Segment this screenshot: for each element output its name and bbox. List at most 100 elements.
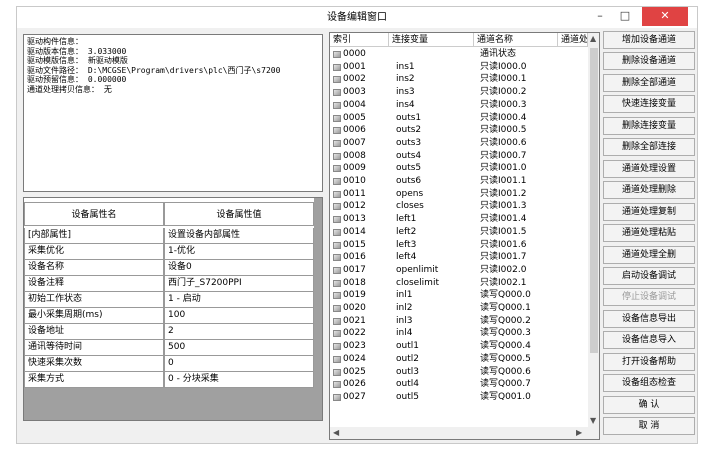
action-button-17[interactable]: 确 认 xyxy=(603,395,695,414)
channel-row[interactable]: 0017 openlimit 只读I002.0 xyxy=(330,264,588,277)
property-name: 初始工作状态 xyxy=(24,292,164,308)
channel-row[interactable]: 0012 closes 只读I001.3 xyxy=(330,200,588,213)
horizontal-scrollbar[interactable]: ◀ ▶ xyxy=(330,427,599,439)
column-header-index[interactable]: 索引 xyxy=(330,33,389,47)
close-button[interactable]: ✕ xyxy=(642,7,688,26)
action-button-1[interactable]: 删除设备通道 xyxy=(603,52,695,71)
action-button-2[interactable]: 删除全部通道 xyxy=(603,73,695,92)
action-button-3[interactable]: 快速连接变量 xyxy=(603,95,695,114)
info-line: 驱动预留信息： 0.000000 xyxy=(27,75,127,84)
channel-row[interactable]: 0009 outs5 只读I001.0 xyxy=(330,162,588,175)
property-row[interactable]: 最小采集周期(ms) 100 xyxy=(24,308,314,324)
property-row[interactable]: 设备地址 2 xyxy=(24,324,314,340)
scroll-up-icon[interactable]: ▲ xyxy=(590,34,596,43)
channel-row[interactable]: 0008 outs4 只读I000.7 xyxy=(330,150,588,163)
channel-row[interactable]: 0004 ins4 只读I000.3 xyxy=(330,99,588,112)
channel-row[interactable]: 0011 opens 只读I001.2 xyxy=(330,188,588,201)
property-value[interactable]: 2 xyxy=(164,324,314,340)
channel-variable: ins4 xyxy=(396,99,415,110)
action-button-4[interactable]: 删除连接变量 xyxy=(603,116,695,135)
property-row[interactable]: 通讯等待时间 500 xyxy=(24,340,314,356)
property-row[interactable]: 采集优化 1-优化 xyxy=(24,244,314,260)
channel-row[interactable]: 0016 left4 只读I001.7 xyxy=(330,251,588,264)
scroll-down-icon[interactable]: ▼ xyxy=(590,416,596,425)
property-row[interactable]: 初始工作状态 1 - 启动 xyxy=(24,292,314,308)
column-header-channel-processing[interactable]: 通道处理 xyxy=(558,33,588,47)
property-row[interactable]: 设备注释 西门子_S7200PPI xyxy=(24,276,314,292)
property-name: 设备注释 xyxy=(24,276,164,292)
channel-row[interactable]: 0001 ins1 只读I000.0 xyxy=(330,61,588,74)
channel-row[interactable]: 0019 inl1 读写Q000.0 xyxy=(330,289,588,302)
channel-row[interactable]: 0007 outs3 只读I000.6 xyxy=(330,137,588,150)
property-value[interactable]: 设置设备内部属性 xyxy=(164,228,314,244)
scroll-left-icon[interactable]: ◀ xyxy=(333,428,339,437)
maximize-button[interactable]: □ xyxy=(613,7,637,26)
channel-name: 通讯状态 xyxy=(480,49,517,59)
channel-row[interactable]: 0015 left3 只读I001.6 xyxy=(330,239,588,252)
column-header-channel-name[interactable]: 通道名称 xyxy=(474,33,558,47)
scroll-right-icon[interactable]: ▶ xyxy=(576,428,582,437)
channel-row-icon xyxy=(333,216,341,224)
channel-row[interactable]: 0027 outl5 读写Q001.0 xyxy=(330,391,588,404)
channel-row[interactable]: 0025 outl3 读写Q000.6 xyxy=(330,366,588,379)
property-value[interactable]: 1 - 启动 xyxy=(164,292,314,308)
channel-row[interactable]: 0000 通讯状态 xyxy=(330,48,588,61)
action-button-12[interactable]: 停止设备调试 xyxy=(603,288,695,307)
channel-row[interactable]: 0002 ins2 只读I000.1 xyxy=(330,73,588,86)
property-value[interactable]: 0 xyxy=(164,356,314,372)
action-button-11[interactable]: 启动设备调试 xyxy=(603,266,695,285)
channel-row[interactable]: 0013 left1 只读I001.4 xyxy=(330,213,588,226)
scrollbar-thumb[interactable] xyxy=(590,48,598,353)
channel-row[interactable]: 0014 left2 只读I001.5 xyxy=(330,226,588,239)
property-value[interactable]: 1-优化 xyxy=(164,244,314,260)
channel-row[interactable]: 0005 outs1 只读I000.4 xyxy=(330,112,588,125)
channel-variable: outs1 xyxy=(396,112,422,123)
channel-name: 读写Q000.4 xyxy=(480,341,531,352)
minimize-button[interactable]: – xyxy=(588,7,612,26)
action-button-8[interactable]: 通道处理复制 xyxy=(603,202,695,221)
action-button-6[interactable]: 通道处理设置 xyxy=(603,159,695,178)
action-button-5[interactable]: 删除全部连接 xyxy=(603,138,695,157)
action-button-0[interactable]: 增加设备通道 xyxy=(603,31,695,49)
channel-row[interactable]: 0018 closelimit 只读I002.1 xyxy=(330,277,588,290)
channel-index: 0001 xyxy=(343,61,366,72)
channel-row[interactable]: 0020 inl2 读写Q000.1 xyxy=(330,302,588,315)
info-line: 通道处理拷贝信息： 无 xyxy=(27,84,112,94)
channel-row[interactable]: 0010 outs6 只读I001.1 xyxy=(330,175,588,188)
column-header-variable[interactable]: 连接变量 xyxy=(389,33,474,47)
action-button-13[interactable]: 设备信息导出 xyxy=(603,309,695,328)
channel-index: 0023 xyxy=(343,341,366,352)
channel-row[interactable]: 0022 inl4 读写Q000.3 xyxy=(330,327,588,340)
property-value[interactable]: 设备0 xyxy=(164,260,314,276)
channel-variable: inl1 xyxy=(396,290,413,301)
channel-row[interactable]: 0026 outl4 读写Q000.7 xyxy=(330,378,588,391)
channel-name: 只读I001.2 xyxy=(480,188,527,199)
channel-row[interactable]: 0024 outl2 读写Q000.5 xyxy=(330,353,588,366)
channel-variable: outl2 xyxy=(396,353,419,364)
vertical-scrollbar[interactable]: ▲ ▼ xyxy=(588,33,599,427)
property-row[interactable]: [内部属性] 设置设备内部属性 xyxy=(24,228,314,244)
channel-row[interactable]: 0021 inl3 读写Q000.2 xyxy=(330,315,588,328)
action-button-10[interactable]: 通道处理全删 xyxy=(603,245,695,264)
property-row[interactable]: 设备名称 设备0 xyxy=(24,260,314,276)
property-value[interactable]: 西门子_S7200PPI xyxy=(164,276,314,292)
action-button-7[interactable]: 通道处理删除 xyxy=(603,181,695,200)
channel-row[interactable]: 0006 outs2 只读I000.5 xyxy=(330,124,588,137)
channel-row-icon xyxy=(333,51,341,58)
action-button-16[interactable]: 设备组态检查 xyxy=(603,374,695,393)
channel-row-icon xyxy=(333,228,341,236)
channel-list: 索引 连接变量 通道名称 通道处理 ▲ ▼ ◀ ▶ 0000 通讯状态 0001 in… xyxy=(329,32,600,440)
property-value[interactable]: 0 - 分块采集 xyxy=(164,372,314,388)
property-value[interactable]: 100 xyxy=(164,308,314,324)
channel-name: 只读I001.1 xyxy=(480,176,527,186)
action-button-15[interactable]: 打开设备帮助 xyxy=(603,352,695,371)
channel-row[interactable]: 0023 outl1 读写Q000.4 xyxy=(330,340,588,353)
action-button-18[interactable]: 取 消 xyxy=(603,417,695,436)
property-value[interactable]: 500 xyxy=(164,340,314,356)
channel-row[interactable]: 0003 ins3 只读I000.2 xyxy=(330,86,588,99)
channel-index: 0026 xyxy=(343,379,366,390)
action-button-14[interactable]: 设备信息导入 xyxy=(603,331,695,350)
action-button-9[interactable]: 通道处理粘贴 xyxy=(603,224,695,243)
property-row[interactable]: 快速采集次数 0 xyxy=(24,356,314,372)
property-row[interactable]: 采集方式 0 - 分块采集 xyxy=(24,372,314,388)
